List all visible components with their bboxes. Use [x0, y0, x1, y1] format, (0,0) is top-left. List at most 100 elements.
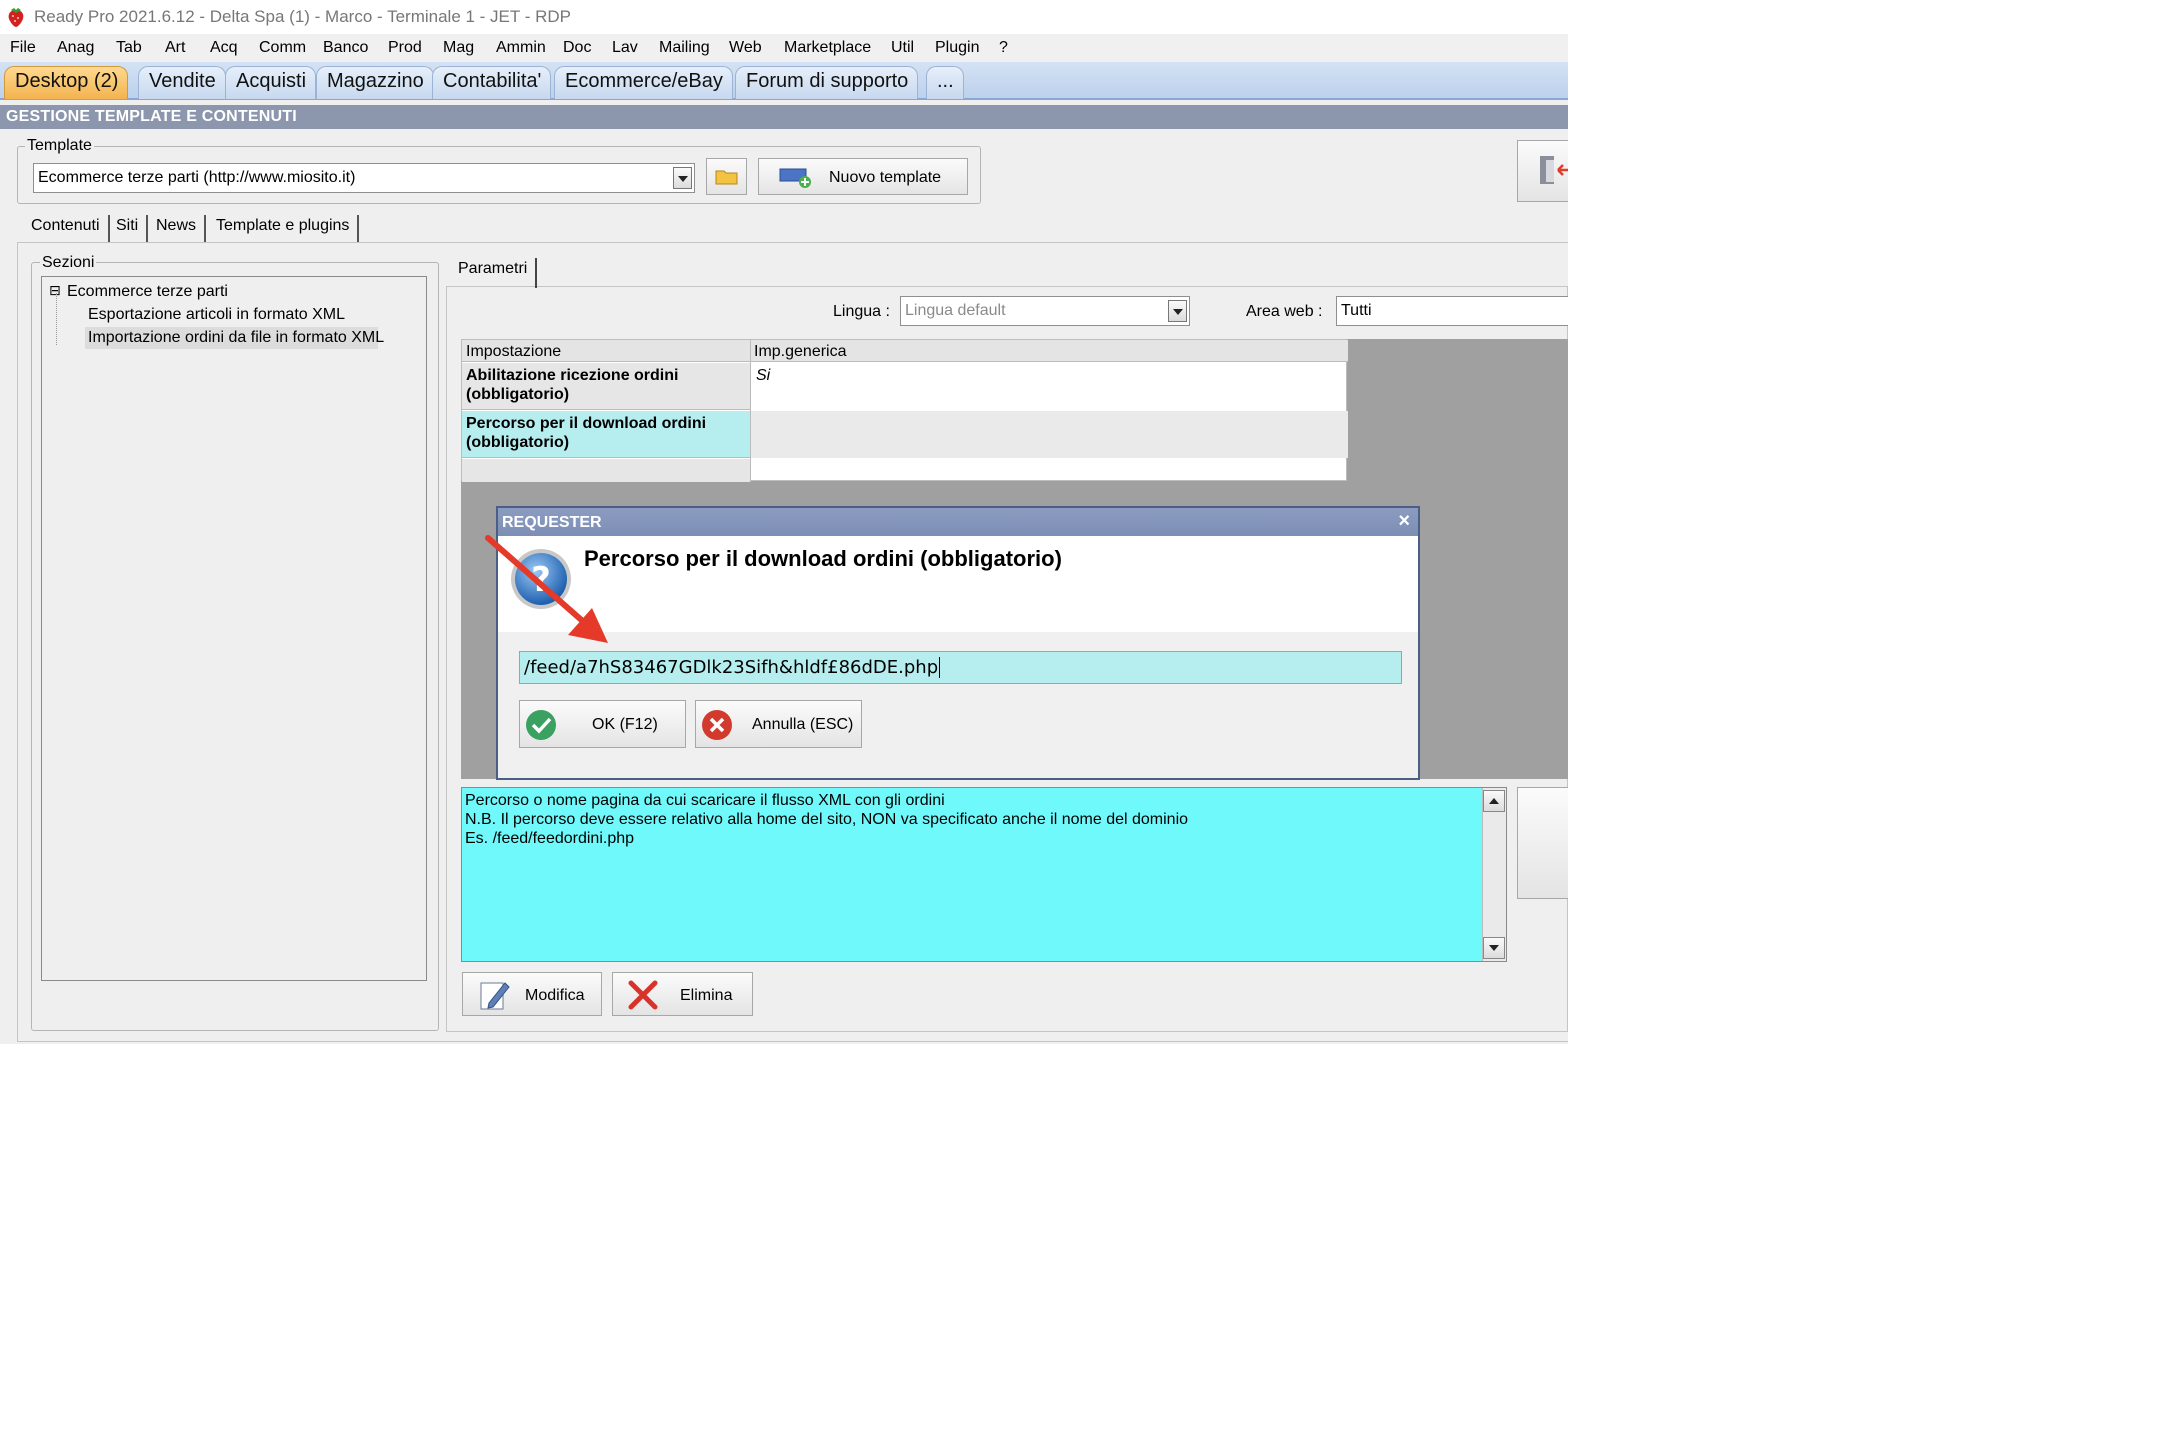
tab-parametri[interactable]: Parametri	[450, 258, 538, 288]
grid-row-name: Abilitazione ricezione ordini (obbligato…	[466, 367, 679, 403]
menu-plugin[interactable]: Plugin	[935, 39, 979, 57]
sections-tree: ⊟ Ecommerce terze parti Esportazione art…	[41, 276, 427, 981]
requester-dialog: REQUESTER × ? Percorso per il download o…	[496, 506, 1420, 780]
menu-doc[interactable]: Doc	[563, 39, 591, 57]
edit-label: Modifica	[525, 987, 585, 1004]
menu-lav[interactable]: Lav	[612, 39, 638, 57]
scrollbar[interactable]	[1482, 788, 1506, 961]
module-tab-bar: Desktop (2) Vendite Acquisti Magazzino C…	[0, 62, 1568, 100]
cancel-label: Annulla (ESC)	[752, 716, 854, 733]
add-template-icon	[779, 168, 811, 188]
menu-mailing[interactable]: Mailing	[659, 39, 710, 57]
menu-acq[interactable]: Acq	[210, 39, 238, 57]
lingua-select-value: Lingua default	[905, 302, 1006, 319]
dialog-title-bar: REQUESTER ×	[498, 508, 1418, 536]
open-folder-button[interactable]	[706, 158, 747, 195]
menu-tab[interactable]: Tab	[116, 39, 142, 57]
side-action-button[interactable]	[1517, 787, 1568, 899]
chevron-down-icon[interactable]	[1168, 300, 1187, 322]
ok-label: OK (F12)	[592, 716, 658, 733]
menu-web[interactable]: Web	[729, 39, 762, 57]
grid-header-imp-generica: Imp.generica	[754, 343, 847, 360]
dialog-title: REQUESTER	[502, 514, 602, 531]
lingua-select[interactable]: Lingua default	[900, 296, 1190, 326]
edit-button[interactable]: Modifica	[462, 972, 602, 1016]
ok-button[interactable]: OK (F12)	[519, 700, 686, 748]
check-circle-icon	[526, 710, 556, 740]
menu-art[interactable]: Art	[165, 39, 185, 57]
menu-banco[interactable]: Banco	[323, 39, 368, 57]
area-web-select-value: Tutti	[1341, 302, 1372, 319]
tab-news[interactable]: News	[148, 215, 207, 243]
tree-root-item[interactable]: Ecommerce terze parti	[67, 283, 228, 301]
tab-desktop[interactable]: Desktop (2)	[4, 66, 129, 99]
tab-vendite[interactable]: Vendite	[138, 66, 226, 99]
template-select-value: Ecommerce terze parti (http://www.miosit…	[38, 169, 356, 186]
edit-pencil-icon	[480, 982, 510, 1010]
table-row-empty	[462, 459, 750, 482]
new-template-button[interactable]: Nuovo template	[758, 158, 968, 195]
cancel-button[interactable]: Annulla (ESC)	[695, 700, 862, 748]
chevron-up-icon	[1489, 798, 1499, 804]
menu-bar: File Anag Tab Art Acq Comm Banco Prod Ma…	[0, 34, 1568, 62]
lingua-label: Lingua :	[833, 303, 890, 320]
menu-util[interactable]: Util	[891, 39, 914, 57]
area-web-select[interactable]: Tutti	[1336, 296, 1568, 326]
tab-forum[interactable]: Forum di supporto	[735, 66, 919, 99]
menu-marketplace[interactable]: Marketplace	[784, 39, 871, 57]
blank-area-right	[1568, 0, 2172, 1044]
grid-row-name: Percorso per il download ordini (obbliga…	[466, 415, 707, 451]
chevron-down-icon	[1489, 945, 1499, 951]
grid-row-value[interactable]: Si	[756, 367, 770, 385]
tab-ecommerce-ebay[interactable]: Ecommerce/eBay	[554, 66, 733, 99]
menu-ammin[interactable]: Ammin	[496, 39, 546, 57]
tab-contenuti[interactable]: Contenuti	[23, 215, 110, 243]
page-title: GESTIONE TEMPLATE E CONTENUTI	[0, 105, 1568, 129]
tab-magazzino[interactable]: Magazzino	[316, 66, 434, 99]
path-input[interactable]: /feed/a7hS83467GDlk23Sifh&hldf£86dDE.php	[519, 651, 1402, 684]
scroll-down-button[interactable]	[1483, 937, 1505, 959]
menu-mag[interactable]: Mag	[443, 39, 474, 57]
menu-anag[interactable]: Anag	[57, 39, 94, 57]
title-bar: Ready Pro 2021.6.12 - Delta Spa (1) - Ma…	[0, 0, 1568, 34]
folder-icon	[715, 170, 738, 185]
chevron-down-icon[interactable]	[673, 167, 692, 189]
tab-more[interactable]: ...	[926, 66, 964, 99]
params-grid: Impostazione Imp.generica Abilitazione r…	[461, 339, 1348, 482]
exit-door-icon	[1540, 156, 1568, 184]
dialog-header: ? Percorso per il download ordini (obbli…	[498, 536, 1418, 632]
description-box: Percorso o nome pagina da cui scaricare …	[461, 787, 1507, 962]
strawberry-logo-icon	[8, 8, 24, 27]
tab-acquisti[interactable]: Acquisti	[225, 66, 317, 99]
app-window: Ready Pro 2021.6.12 - Delta Spa (1) - Ma…	[0, 0, 1568, 1044]
delete-label: Elimina	[680, 987, 733, 1004]
menu-file[interactable]: File	[10, 39, 36, 57]
tab-contabilita[interactable]: Contabilita'	[432, 66, 552, 99]
delete-x-icon	[628, 980, 658, 1010]
grid-header	[462, 340, 1348, 362]
tab-siti[interactable]: Siti	[108, 215, 149, 243]
dialog-question: Percorso per il download ordini (obbliga…	[584, 546, 1062, 571]
tab-template-plugins[interactable]: Template e plugins	[208, 215, 360, 243]
tree-item-import-orders[interactable]: Importazione ordini da file in formato X…	[88, 329, 384, 347]
description-line: N.B. Il percorso deve essere relativo al…	[465, 811, 1189, 828]
menu-prod[interactable]: Prod	[388, 39, 422, 57]
text-cursor	[939, 657, 941, 678]
close-icon[interactable]: ×	[1398, 510, 1410, 533]
scroll-up-button[interactable]	[1483, 790, 1505, 812]
tree-item-export-xml[interactable]: Esportazione articoli in formato XML	[88, 306, 345, 324]
tree-collapse-icon[interactable]: ⊟	[49, 282, 61, 299]
sections-legend: Sezioni	[40, 254, 97, 272]
cancel-circle-icon	[702, 710, 732, 740]
blank-area-bottom	[0, 1044, 2172, 1446]
template-legend: Template	[25, 137, 94, 155]
description-line: Percorso o nome pagina da cui scaricare …	[465, 792, 945, 809]
tree-connector	[56, 293, 57, 345]
menu-help[interactable]: ?	[999, 39, 1008, 57]
menu-comm[interactable]: Comm	[259, 39, 306, 57]
grid-header-impostazione: Impostazione	[466, 343, 562, 360]
annotation-arrow-icon	[485, 535, 608, 643]
template-select[interactable]: Ecommerce terze parti (http://www.miosit…	[33, 163, 695, 193]
delete-button[interactable]: Elimina	[612, 972, 753, 1016]
exit-button[interactable]	[1517, 140, 1568, 202]
